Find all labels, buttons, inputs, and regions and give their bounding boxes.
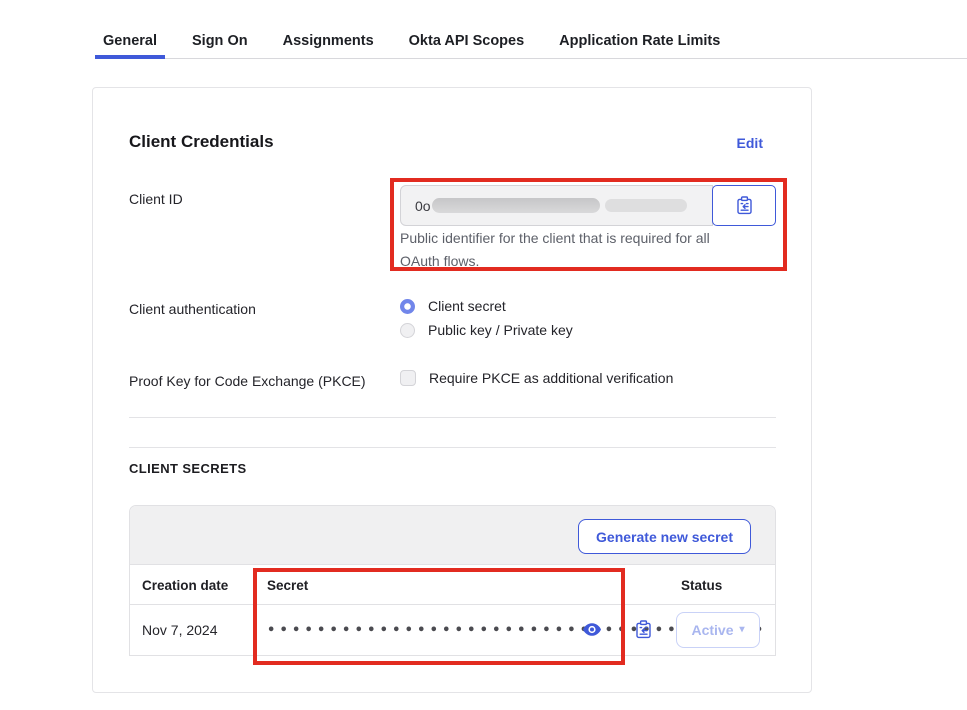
radio-selected-icon[interactable] [400, 299, 415, 314]
tab-sign-on[interactable]: Sign On [184, 27, 256, 59]
client-credentials-card: Client Credentials Edit Client ID 0o [92, 87, 812, 693]
client-secrets-heading: CLIENT SECRETS [129, 461, 247, 476]
card-title: Client Credentials [129, 132, 274, 152]
column-header-status: Status [681, 565, 722, 605]
client-id-field-group: 0o [400, 185, 776, 226]
client-id-value-field: 0o [400, 185, 713, 226]
redaction-smudge-light [605, 199, 687, 212]
client-secrets-table: Generate new secret Creation date Secret… [129, 505, 776, 656]
radio-public-private-key-label: Public key / Private key [428, 322, 573, 338]
client-id-help-text: Public identifier for the client that is… [400, 227, 748, 273]
status-badge: Active [691, 622, 733, 638]
radio-public-private-key[interactable]: Public key / Private key [400, 322, 573, 338]
tab-general[interactable]: General [95, 27, 165, 59]
tab-okta-api-scopes[interactable]: Okta API Scopes [401, 27, 533, 59]
divider [129, 447, 776, 448]
page: General Sign On Assignments Okta API Sco… [0, 0, 967, 710]
pkce-checkbox[interactable] [400, 370, 416, 386]
caret-down-icon: ▾ [740, 625, 745, 635]
tab-assignments[interactable]: Assignments [275, 27, 382, 59]
radio-unselected-icon[interactable] [400, 323, 415, 338]
redaction-smudge [432, 198, 600, 213]
eye-icon [582, 622, 602, 638]
table-row: Nov 7, 2024 ••••••••••••••••••••••••••••… [130, 605, 775, 655]
client-id-label: Client ID [129, 191, 183, 207]
pkce-checkbox-label: Require PKCE as additional verification [429, 370, 673, 386]
clipboard-copy-icon [635, 620, 655, 639]
radio-client-secret-label: Client secret [428, 298, 506, 314]
table-toolbar: Generate new secret [130, 506, 775, 565]
edit-link[interactable]: Edit [737, 135, 763, 151]
clipboard-copy-icon [736, 196, 753, 215]
client-authentication-label: Client authentication [129, 301, 256, 317]
tab-bar: General Sign On Assignments Okta API Sco… [95, 27, 967, 59]
copy-client-id-button[interactable] [712, 185, 776, 226]
creation-date-cell: Nov 7, 2024 [142, 605, 218, 655]
tab-application-rate-limits[interactable]: Application Rate Limits [551, 27, 728, 59]
radio-client-secret[interactable]: Client secret [400, 298, 573, 314]
client-id-value-prefix: 0o [415, 198, 431, 214]
column-header-creation-date: Creation date [142, 565, 228, 605]
generate-new-secret-button[interactable]: Generate new secret [578, 519, 751, 554]
divider [129, 417, 776, 418]
copy-secret-button[interactable] [635, 620, 655, 640]
status-dropdown-button[interactable]: Active ▾ [676, 612, 760, 648]
pkce-checkbox-row[interactable]: Require PKCE as additional verification [400, 370, 673, 386]
column-header-secret: Secret [267, 565, 308, 605]
reveal-secret-button[interactable] [582, 622, 602, 638]
pkce-label: Proof Key for Code Exchange (PKCE) [129, 373, 366, 389]
client-authentication-options: Client secret Public key / Private key [400, 298, 573, 338]
table-header-row: Creation date Secret Status [130, 565, 775, 605]
